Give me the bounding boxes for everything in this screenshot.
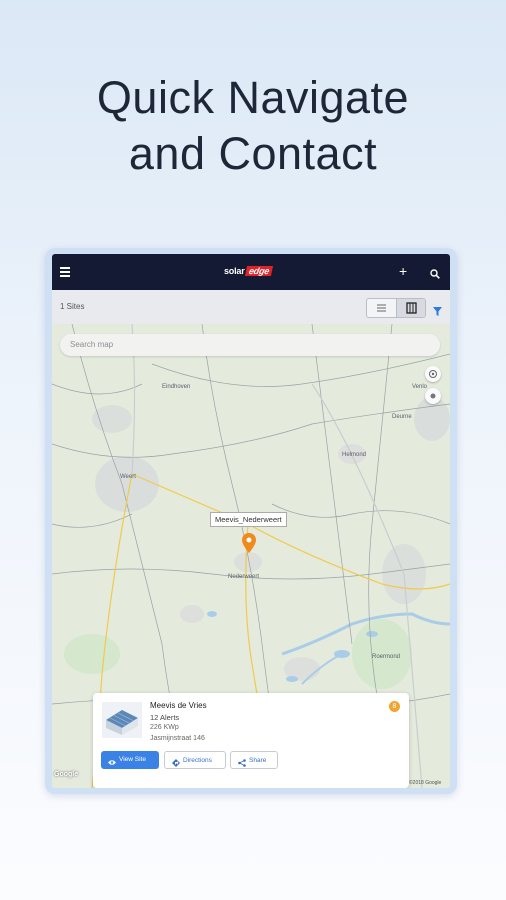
- headline-line-1: Quick Navigate: [96, 72, 410, 123]
- directions-button[interactable]: Directions: [164, 751, 226, 769]
- map-place-label: Weert: [120, 474, 136, 480]
- map-search-placeholder: Search map: [70, 340, 114, 349]
- map-pin-callout: Meevis_Nederweert: [210, 512, 287, 527]
- share-label: Share: [249, 757, 267, 764]
- list-view-icon[interactable]: [367, 299, 396, 317]
- location-target-icon[interactable]: [425, 366, 441, 382]
- share-icon: [238, 757, 246, 775]
- map-place-label: Roermond: [372, 654, 401, 660]
- plus-icon[interactable]: +: [399, 263, 407, 279]
- alert-badge: 8: [389, 701, 400, 712]
- headline-line-2: and Contact: [128, 128, 378, 179]
- marketing-headline: Quick Navigate and Contact: [0, 70, 506, 182]
- app-top-bar: solar edge +: [52, 254, 450, 290]
- menu-icon[interactable]: [60, 267, 70, 277]
- app-screen: solar edge + 1 Sites Weert Nederweert He…: [52, 254, 450, 788]
- filter-icon[interactable]: [433, 303, 442, 321]
- map-pin-icon[interactable]: [242, 533, 256, 558]
- directions-label: Directions: [183, 757, 212, 764]
- site-peak-power: 226 KWp: [150, 724, 179, 731]
- view-toggle: [366, 298, 426, 318]
- site-name: Meevis de Vries: [150, 701, 207, 710]
- tablet-frame: solar edge + 1 Sites Weert Nederweert He…: [45, 248, 457, 794]
- site-alerts: 12 Alerts: [150, 713, 180, 722]
- map-place-label: Eindhoven: [162, 384, 191, 390]
- site-info-card[interactable]: Meevis de Vries 12 Alerts 226 KWp Jasmij…: [93, 693, 409, 788]
- site-address: Jasmijnstraat 146: [150, 735, 205, 742]
- solaredge-logo: solar edge: [224, 266, 273, 280]
- map-copyright: ©2018 Google: [409, 780, 442, 786]
- sites-count: 1 Sites: [60, 302, 85, 311]
- eye-icon: [108, 756, 116, 774]
- sites-toolbar: 1 Sites: [52, 290, 450, 325]
- map-place-label: Nederweert: [228, 574, 260, 580]
- search-icon[interactable]: [430, 266, 440, 279]
- map-search-input[interactable]: Search map: [60, 334, 440, 356]
- directions-icon: [172, 757, 180, 775]
- compass-icon[interactable]: [425, 388, 441, 404]
- site-thumbnail: [102, 702, 142, 738]
- map-view[interactable]: Weert Nederweert Helmond Deurne Venlo Roermon…: [52, 324, 450, 788]
- map-view-icon[interactable]: [396, 299, 425, 317]
- google-attribution: Google: [54, 771, 79, 778]
- view-site-button[interactable]: View Site: [101, 751, 159, 769]
- view-site-label: View Site: [119, 756, 146, 763]
- share-button[interactable]: Share: [230, 751, 278, 769]
- map-place-label: Deurne: [392, 414, 412, 420]
- map-place-label: Helmond: [342, 452, 367, 458]
